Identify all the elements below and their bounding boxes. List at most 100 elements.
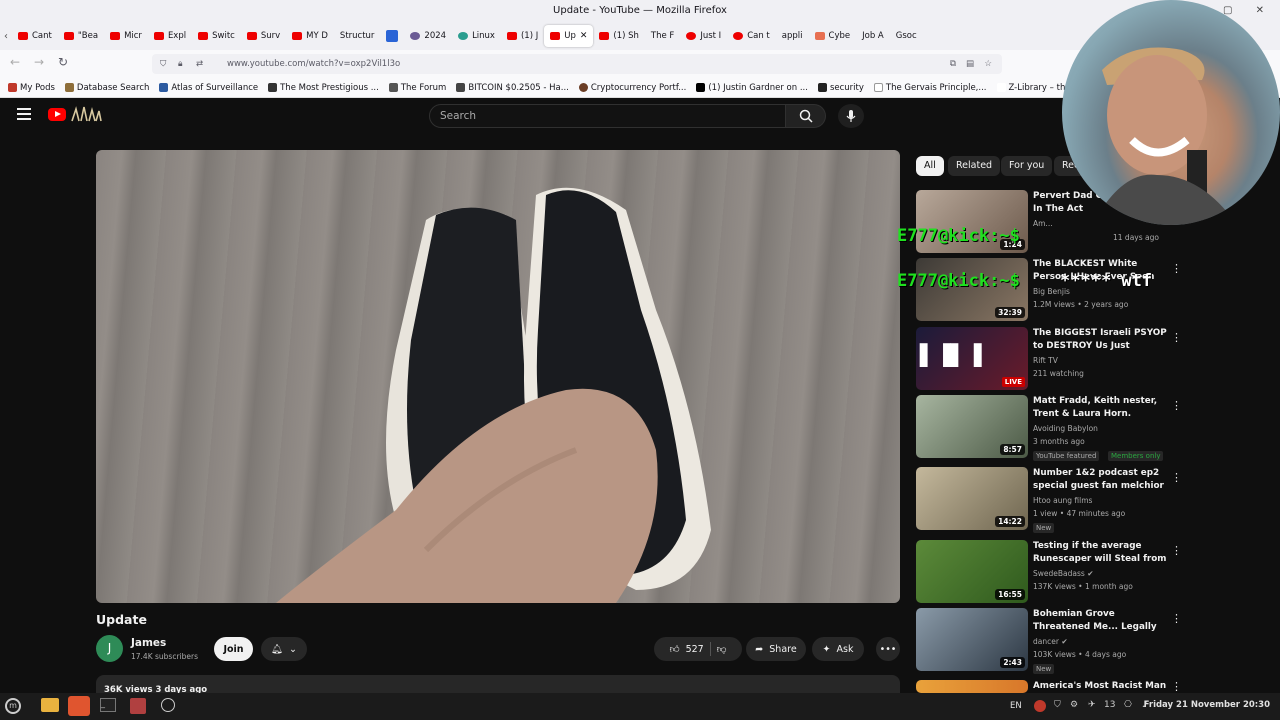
browser-tab[interactable]: Job A xyxy=(856,25,890,47)
translate-icon[interactable]: ⧉ xyxy=(950,54,956,74)
recommendation-title[interactable]: Number 1&2 podcast ep2 special guest fan… xyxy=(1033,467,1168,493)
browser-tab[interactable]: Structur xyxy=(334,25,381,47)
recommendation-item[interactable]: ▌▐▌▐ LIVE The BIGGEST Israeli PSYOP to D… xyxy=(916,327,1184,391)
file-manager-icon[interactable] xyxy=(41,698,59,712)
video-thumbnail[interactable]: 14:22 xyxy=(916,467,1028,530)
recommendation-channel[interactable]: Rift TV xyxy=(1033,356,1058,365)
bookmark-star-icon[interactable]: ☆ xyxy=(984,54,992,74)
forward-icon[interactable]: → xyxy=(34,55,44,69)
channel-name[interactable]: James xyxy=(131,637,166,649)
ask-button[interactable]: ✦ Ask xyxy=(812,637,864,661)
more-vertical-icon[interactable]: ⋮ xyxy=(1171,471,1182,484)
browser-tab[interactable]: 2024 xyxy=(404,25,452,47)
browser-tab[interactable]: "Bea xyxy=(58,25,104,47)
join-button[interactable]: Join xyxy=(214,637,253,661)
bookmark-item[interactable]: The Most Prestigious ... xyxy=(268,83,379,93)
browser-tab[interactable]: Expl xyxy=(148,25,192,47)
browser-tab-active[interactable]: Up ✕ xyxy=(544,25,594,47)
tray-count[interactable]: 13 xyxy=(1104,700,1118,712)
browser-tab[interactable]: Linux xyxy=(452,25,501,47)
video-thumbnail[interactable]: 16:55 xyxy=(916,540,1028,603)
browser-tab[interactable]: Gsoc xyxy=(890,25,923,47)
browser-tab[interactable]: (1) Sh xyxy=(593,25,645,47)
recommendation-item[interactable]: 14:22 Number 1&2 podcast ep2 special gue… xyxy=(916,467,1184,533)
recommendation-title[interactable]: The BIGGEST Israeli PSYOP to DESTROY Us … xyxy=(1033,327,1168,353)
more-vertical-icon[interactable]: ⋮ xyxy=(1171,680,1182,693)
recommendation-item[interactable]: 8:57 Matt Fradd, Keith nester, Trent & L… xyxy=(916,395,1184,461)
lock-icon[interactable]: 🔒︎ xyxy=(178,54,183,74)
share-button[interactable]: ➦ Share xyxy=(746,637,806,661)
chip-for-you[interactable]: For you xyxy=(1001,156,1053,176)
browser-tab[interactable]: The F xyxy=(645,25,680,47)
keyboard-layout[interactable]: EN xyxy=(1010,701,1022,711)
recommendation-item[interactable]: 2:43 Bohemian Grove Threatened Me... Leg… xyxy=(916,608,1184,674)
hamburger-menu-icon[interactable] xyxy=(17,108,31,120)
more-vertical-icon[interactable]: ⋮ xyxy=(1171,612,1182,625)
bookmark-item[interactable]: The Gervais Principle,... xyxy=(873,83,987,93)
more-vertical-icon[interactable]: ⋮ xyxy=(1171,331,1182,344)
browser-tab[interactable]: Just I xyxy=(680,25,727,47)
browser-tab[interactable]: Cybe xyxy=(809,25,857,47)
obs-taskbar-icon[interactable] xyxy=(161,698,175,712)
more-vertical-icon[interactable]: ⋮ xyxy=(1171,544,1182,557)
youtube-logo-icon[interactable] xyxy=(48,108,66,121)
url-text[interactable]: www.youtube.com/watch?v=oxp2Vil1l3o xyxy=(227,59,400,69)
back-icon[interactable]: ← xyxy=(10,55,20,69)
browser-tab[interactable] xyxy=(380,25,404,47)
video-player[interactable] xyxy=(96,150,900,603)
firefox-taskbar-icon[interactable] xyxy=(68,696,90,716)
browser-tab[interactable]: Cant xyxy=(12,25,58,47)
network-tray-icon[interactable]: ⚙ xyxy=(1070,700,1080,712)
browser-tab[interactable]: Micr xyxy=(104,25,148,47)
bookmark-item[interactable]: Cryptocurrency Portf... xyxy=(578,83,686,93)
browser-tab[interactable]: Switc xyxy=(192,25,241,47)
browser-tab[interactable]: Can t xyxy=(727,25,776,47)
browser-tab[interactable]: MY D xyxy=(286,25,334,47)
notifications-button[interactable]: 🔔︎ ⌄ xyxy=(261,637,307,661)
terminal-taskbar-icon[interactable]: _ xyxy=(100,698,116,712)
youtube-doodle-logo[interactable] xyxy=(70,105,102,123)
recommendation-title[interactable]: Testing if the average Runescaper will S… xyxy=(1033,540,1168,566)
network-status-icon[interactable]: ⎔ xyxy=(1124,700,1134,712)
permissions-icon[interactable]: ⇄ xyxy=(196,54,203,74)
search-input[interactable]: Search xyxy=(429,104,786,128)
more-actions-button[interactable]: ••• xyxy=(876,637,900,661)
bookmark-item[interactable]: BITCOIN $0.2505 - Ha... xyxy=(456,83,569,93)
video-thumbnail[interactable] xyxy=(916,680,1028,693)
close-tab-icon[interactable]: ✕ xyxy=(580,31,588,41)
recommendation-title[interactable]: Bohemian Grove Threatened Me... Legally xyxy=(1033,608,1168,634)
url-bar[interactable]: ⛉ 🔒︎ ⇄ www.youtube.com/watch?v=oxp2Vil1l… xyxy=(152,54,1002,74)
browser-tab[interactable]: (1) J xyxy=(501,25,544,47)
voice-search-button[interactable] xyxy=(838,104,864,128)
dislike-button[interactable]: 👎︎ xyxy=(717,643,727,655)
recommendation-title[interactable]: America's Most Racist Man tries xyxy=(1033,680,1168,693)
bookmark-item[interactable]: My Pods xyxy=(8,83,55,93)
video-thumbnail[interactable]: ▌▐▌▐ LIVE xyxy=(916,327,1028,390)
bookmark-item[interactable]: The Forum xyxy=(388,83,446,93)
recommendation-channel[interactable]: Am... xyxy=(1033,219,1053,228)
like-button[interactable]: 👍︎ 527 xyxy=(670,643,704,656)
more-vertical-icon[interactable]: ⋮ xyxy=(1171,399,1182,412)
bookmark-item[interactable]: (1) Justin Gardner on ... xyxy=(696,83,808,93)
recommendation-channel[interactable]: SwedeBadass ✔ xyxy=(1033,569,1093,578)
tab-list-chevron-icon[interactable]: ‹ xyxy=(4,31,8,42)
recommendation-channel[interactable]: dancer ✔ xyxy=(1033,637,1068,646)
search-button[interactable] xyxy=(786,104,826,128)
start-menu-icon[interactable]: m xyxy=(5,698,21,714)
chip-related[interactable]: Related xyxy=(948,156,1001,176)
recommendation-item[interactable]: 16:55 Testing if the average Runescaper … xyxy=(916,540,1184,604)
update-tray-icon[interactable]: ✈ xyxy=(1088,700,1098,712)
recommendation-channel[interactable]: Avoiding Babylon xyxy=(1033,424,1098,433)
recommendation-channel[interactable]: Htoo aung films xyxy=(1033,496,1092,505)
bookmark-item[interactable]: Atlas of Surveillance xyxy=(159,83,258,93)
recommendation-title[interactable]: Matt Fradd, Keith nester, Trent & Laura … xyxy=(1033,395,1168,421)
app-taskbar-icon[interactable] xyxy=(130,698,146,714)
channel-avatar[interactable]: J xyxy=(96,635,123,662)
reload-icon[interactable]: ↻ xyxy=(58,55,68,69)
shield-icon[interactable]: ⛉ xyxy=(160,54,166,74)
chip-all[interactable]: All xyxy=(916,156,944,176)
recommendation-item[interactable]: America's Most Racist Man tries ⋮ xyxy=(916,680,1184,693)
browser-tab[interactable]: Surv xyxy=(241,25,286,47)
shield-tray-icon[interactable]: ⛉ xyxy=(1054,700,1064,712)
reader-view-icon[interactable]: ▤ xyxy=(966,54,974,74)
